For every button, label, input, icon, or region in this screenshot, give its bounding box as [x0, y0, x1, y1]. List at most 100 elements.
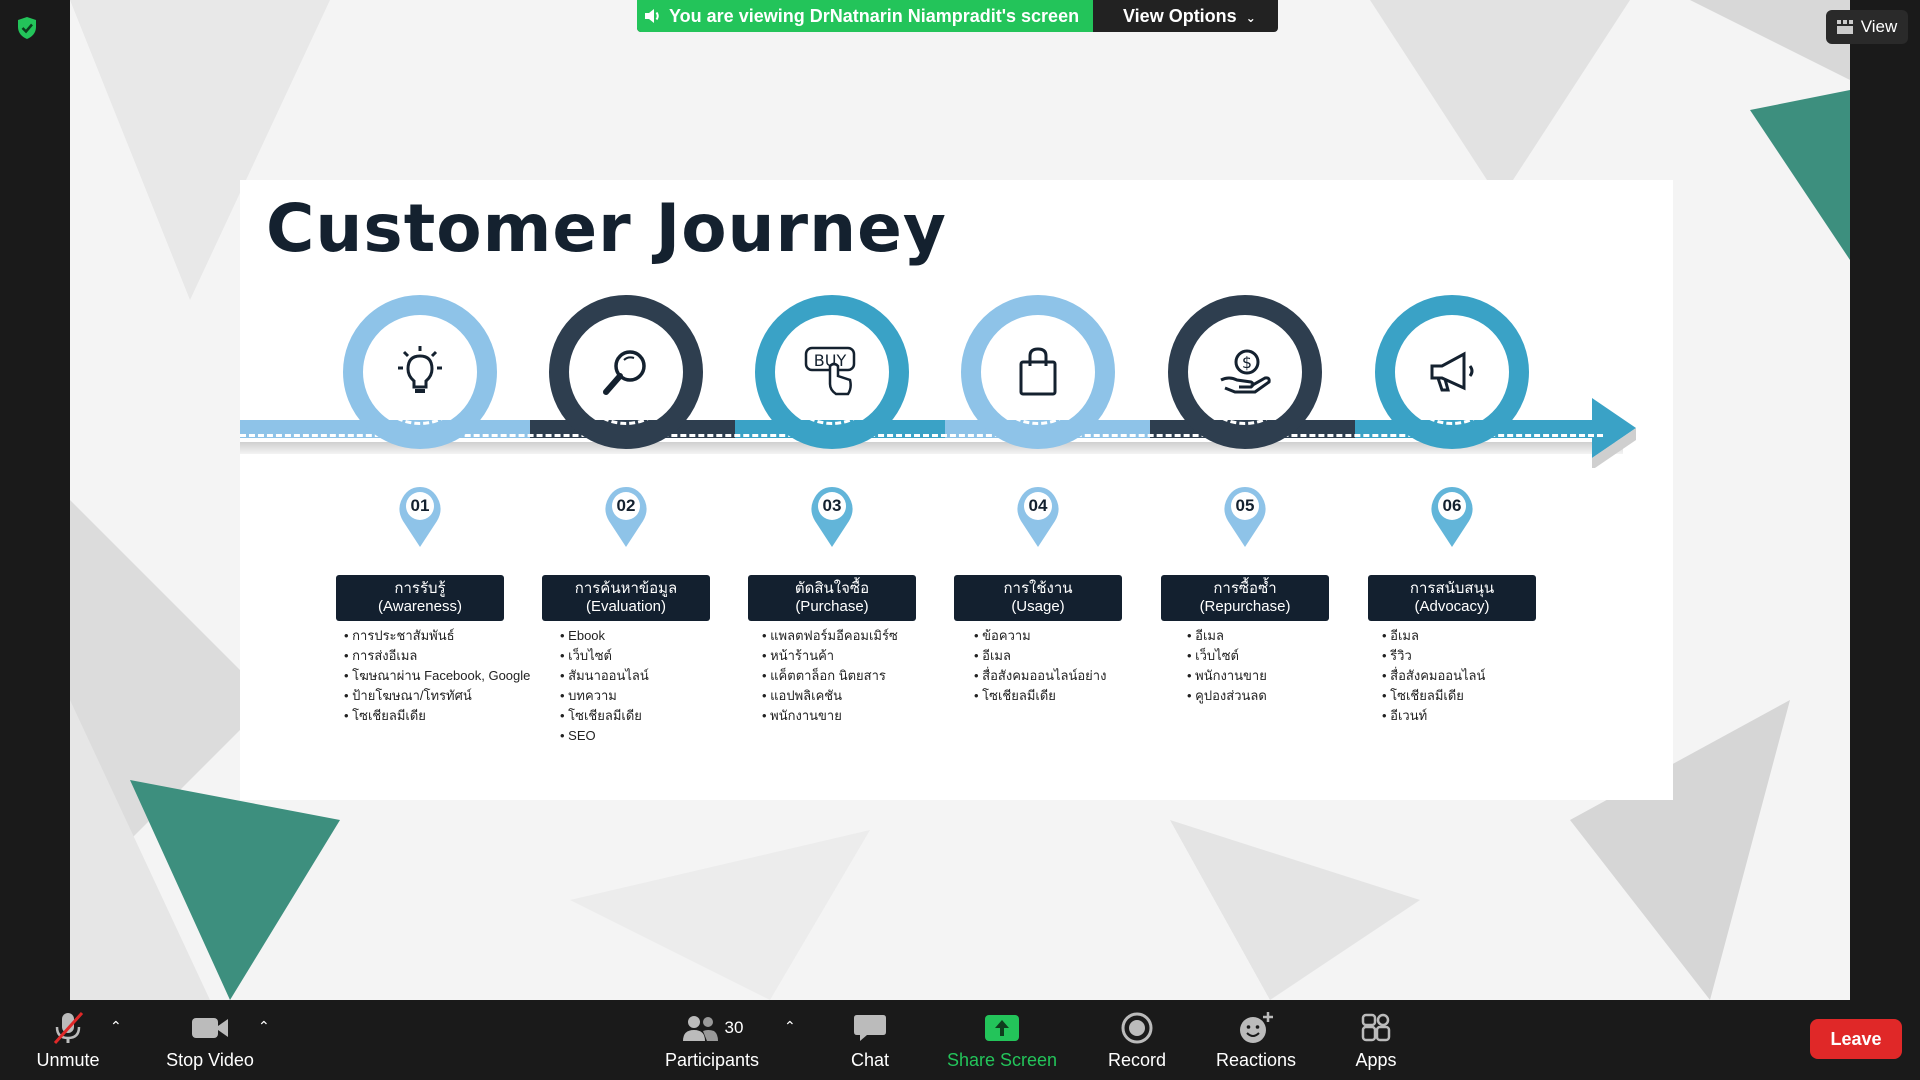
- stage-thai-name: การรับรู้: [394, 580, 446, 597]
- video-options-caret[interactable]: ⌃: [258, 1018, 270, 1035]
- list-item: โซเชียลมีเดีย: [974, 686, 1106, 706]
- stage-thai-name: ตัดสินใจซื้อ: [794, 580, 870, 597]
- list-item: อีเวนท์: [1382, 706, 1485, 726]
- lightbulb-icon: [375, 327, 465, 417]
- stage-pin-05: 05: [1222, 485, 1268, 549]
- magnifier-icon: [581, 327, 671, 417]
- shared-screen: Customer Journey 01การรับรู้(Awareness)ก…: [70, 0, 1850, 1000]
- stage-channel-list-04: ข้อความอีเมลสื่อสังคมออนไลน์อย่างโซเชียล…: [974, 626, 1106, 706]
- viewing-notice-text: You are viewing DrNatnarin Niampradit's …: [669, 5, 1080, 26]
- slide-title: Customer Journey: [266, 190, 947, 267]
- stage-channel-list-01: การประชาสัมพันธ์การส่งอีเมลโฆษณาผ่าน Fac…: [344, 626, 530, 726]
- stage-english-name: (Awareness): [378, 598, 462, 615]
- unmute-button[interactable]: Unmute: [28, 1008, 108, 1074]
- share-screen-button[interactable]: Share Screen: [942, 1008, 1062, 1074]
- list-item: แพลตฟอร์มอีคอมเมิร์ซ: [762, 626, 898, 646]
- stage-label-01: การรับรู้ (Awareness): [336, 575, 504, 621]
- view-options-label: View Options: [1123, 6, 1237, 26]
- stage-number: 04: [1028, 496, 1048, 515]
- participants-options-caret[interactable]: ⌃: [784, 1018, 796, 1035]
- list-item: อีเมล: [1382, 626, 1485, 646]
- reactions-button[interactable]: Reactions: [1208, 1008, 1304, 1074]
- stage-label-02: การค้นหาข้อมูล (Evaluation): [542, 575, 710, 621]
- list-item: ป้ายโฆษณา/โทรทัศน์: [344, 686, 530, 706]
- stop-video-button[interactable]: Stop Video: [160, 1008, 260, 1074]
- stage-channel-list-03: แพลตฟอร์มอีคอมเมิร์ซหน้าร้านค้าแค็ตตาล็อ…: [762, 626, 898, 726]
- stage-channel-list-02: Ebookเว็บไซต์สัมนาออนไลน์บทความโซเชียลมี…: [560, 626, 649, 746]
- chat-icon: [853, 1008, 887, 1048]
- stage-english-name: (Purchase): [795, 598, 869, 615]
- stage-number: 06: [1442, 496, 1462, 515]
- participants-label: Participants: [664, 1050, 760, 1070]
- stage-ring-02: [549, 295, 703, 449]
- stage-pin-04: 04: [1015, 485, 1061, 549]
- apps-label: Apps: [1355, 1050, 1397, 1070]
- participant-count: 30: [724, 1018, 744, 1037]
- stage-ring-01: [343, 295, 497, 449]
- record-button[interactable]: Record: [1100, 1008, 1174, 1074]
- chevron-down-icon: ⌄: [1245, 11, 1256, 25]
- list-item: โซเชียลมีเดีย: [1382, 686, 1485, 706]
- view-button[interactable]: View: [1826, 10, 1908, 44]
- coin-hand-icon: $: [1200, 327, 1290, 417]
- share-screen-icon: [983, 1008, 1021, 1048]
- chat-label: Chat: [850, 1050, 890, 1070]
- apps-button[interactable]: Apps: [1346, 1008, 1406, 1074]
- smiley-plus-icon: [1238, 1008, 1274, 1048]
- stage-number: 01: [410, 496, 430, 515]
- audio-options-caret[interactable]: ⌃: [110, 1018, 122, 1035]
- record-icon: [1121, 1008, 1153, 1048]
- list-item: รีวิว: [1382, 646, 1485, 666]
- list-item: SEO: [560, 726, 649, 746]
- stage-thai-name: การใช้งาน: [1003, 580, 1073, 597]
- list-item: พนักงานขาย: [762, 706, 898, 726]
- share-screen-label: Share Screen: [946, 1050, 1058, 1070]
- list-item: Ebook: [560, 626, 649, 646]
- stage-channel-list-05: อีเมลเว็บไซต์พนักงานขายคูปองส่วนลด: [1187, 626, 1267, 706]
- security-shield-icon[interactable]: [16, 16, 38, 40]
- stage-channel-list-06: อีเมลรีวิวสื่อสังคมออนไลน์โซเชียลมีเดียอ…: [1382, 626, 1485, 726]
- stage-pin-01: 01: [397, 485, 443, 549]
- list-item: อีเมล: [1187, 626, 1267, 646]
- stage-pin-02: 02: [603, 485, 649, 549]
- list-item: การส่งอีเมล: [344, 646, 530, 666]
- meeting-toolbar: Unmute ⌃ Stop Video ⌃ 30 Participants ⌃: [0, 1000, 1920, 1080]
- stage-pin-03: 03: [809, 485, 855, 549]
- stage-english-name: (Advocacy): [1414, 598, 1490, 615]
- stage-pin-06: 06: [1429, 485, 1475, 549]
- participants-button[interactable]: 30 Participants: [660, 1008, 764, 1074]
- list-item: การประชาสัมพันธ์: [344, 626, 530, 646]
- participants-icon: [682, 1016, 718, 1041]
- list-item: หน้าร้านค้า: [762, 646, 898, 666]
- list-item: สื่อสังคมออนไลน์อย่าง: [974, 666, 1106, 686]
- speaker-icon: [645, 9, 659, 23]
- viewing-notice: You are viewing DrNatnarin Niampradit's …: [637, 0, 1093, 32]
- reactions-label: Reactions: [1215, 1050, 1297, 1070]
- list-item: ข้อความ: [974, 626, 1106, 646]
- list-item: สื่อสังคมออนไลน์: [1382, 666, 1485, 686]
- stage-english-name: (Repurchase): [1199, 598, 1291, 615]
- list-item: คูปองส่วนลด: [1187, 686, 1267, 706]
- stage-label-05: การซื้อซ้ำ (Repurchase): [1161, 575, 1329, 621]
- list-item: โซเชียลมีเดีย: [344, 706, 530, 726]
- stage-label-04: การใช้งาน (Usage): [954, 575, 1122, 621]
- grid-view-icon: [1836, 20, 1853, 34]
- record-label: Record: [1107, 1050, 1167, 1070]
- screen-share-banner: You are viewing DrNatnarin Niampradit's …: [637, 0, 1278, 32]
- megaphone-icon: [1407, 327, 1497, 417]
- chat-button[interactable]: Chat: [840, 1008, 900, 1074]
- stage-english-name: (Evaluation): [585, 598, 667, 615]
- stage-ring-06: [1375, 295, 1529, 449]
- list-item: แอปพลิเคชัน: [762, 686, 898, 706]
- stop-video-label: Stop Video: [166, 1050, 254, 1070]
- stage-ring-05: $: [1168, 295, 1322, 449]
- muted-mic-icon: [50, 1008, 86, 1048]
- list-item: บทความ: [560, 686, 649, 706]
- leave-button[interactable]: Leave: [1810, 1019, 1902, 1059]
- view-options-button[interactable]: View Options ⌄: [1123, 0, 1256, 32]
- list-item: อีเมล: [974, 646, 1106, 666]
- video-camera-icon: [190, 1008, 230, 1048]
- stage-number: 02: [616, 496, 636, 515]
- participants-icon-group: 30: [681, 1008, 744, 1048]
- view-button-label: View: [1860, 17, 1898, 36]
